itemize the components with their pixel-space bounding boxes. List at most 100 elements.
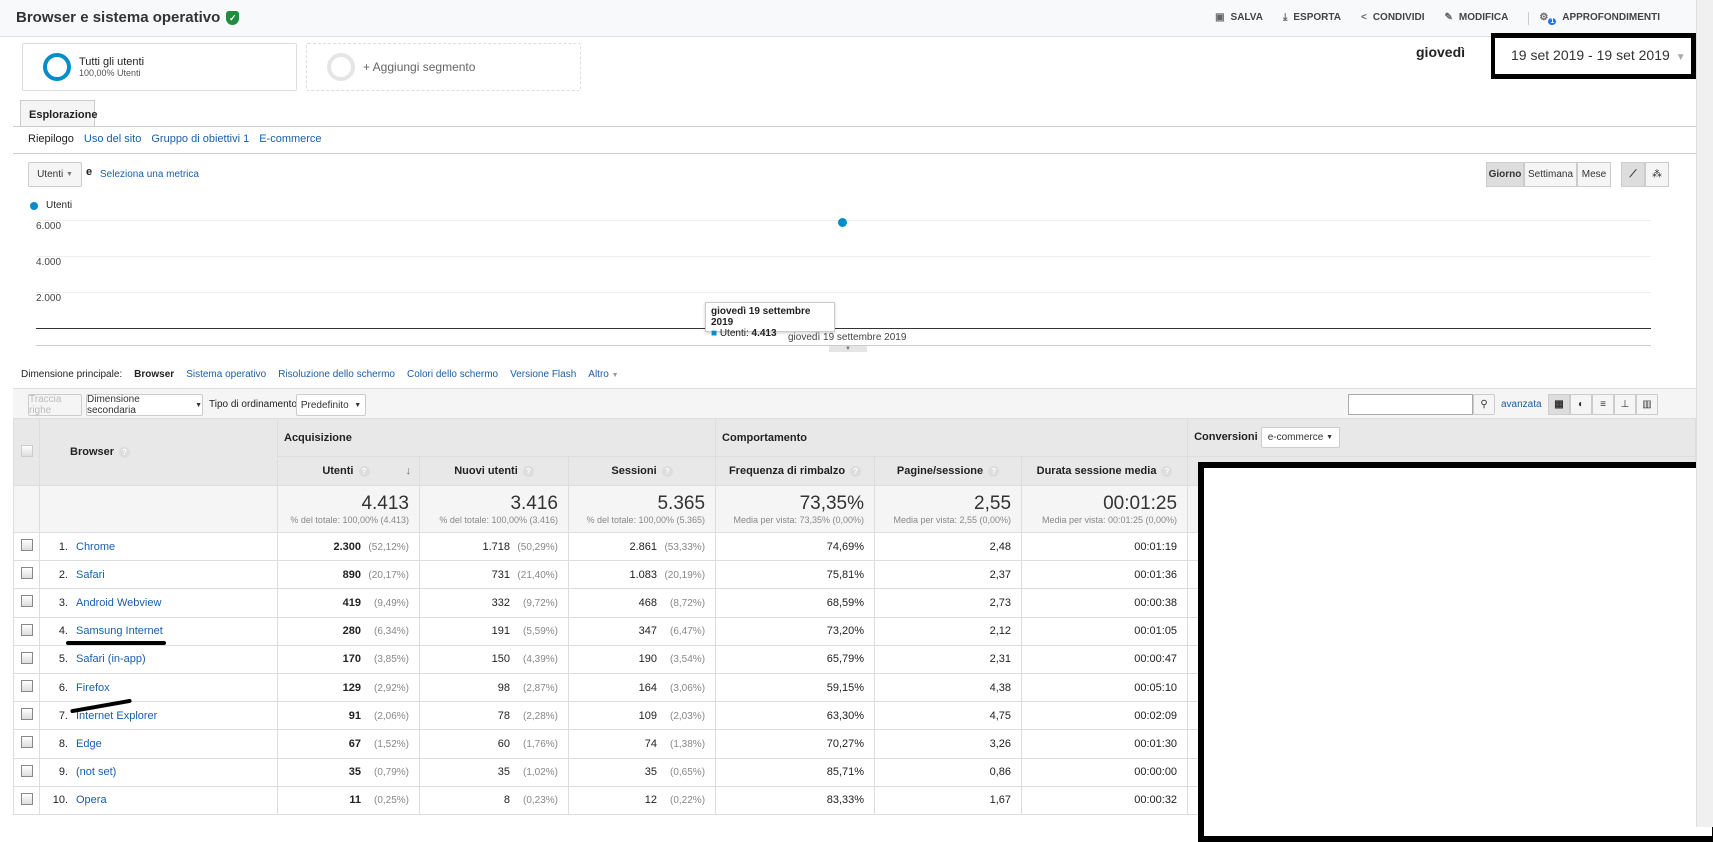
new-users-pct: (50,29%) — [517, 541, 558, 553]
motion-chart-icon[interactable]: ⁂ — [1645, 162, 1669, 187]
scrollbar[interactable] — [1696, 0, 1713, 827]
browser-link[interactable]: Safari (in-app) — [76, 653, 146, 665]
secondary-dimension-select[interactable]: Dimensione secondaria ▼ — [86, 394, 203, 416]
sort-select[interactable]: Predefinito ▼ — [296, 394, 366, 416]
sessions-value: 190 — [638, 653, 658, 666]
users-value: 91 — [348, 709, 361, 722]
browser-link[interactable]: (not set) — [76, 766, 116, 778]
subnav-goals[interactable]: Gruppo di obiettivi 1 — [151, 133, 249, 145]
col-new-users[interactable]: Nuovi utenti? — [419, 456, 569, 486]
data-point[interactable] — [838, 218, 847, 228]
row-checkbox[interactable] — [20, 567, 33, 580]
table-view-icon[interactable]: ▦ — [1548, 394, 1570, 415]
help-icon[interactable]: ? — [988, 466, 1000, 477]
edit-button[interactable]: ✎ MODIFICA — [1445, 12, 1509, 25]
insights-button[interactable]: ⚙ 1 APPROFONDIMENTI — [1528, 12, 1660, 25]
bounce-rate-cell: 70,27% — [715, 729, 876, 759]
row-checkbox[interactable] — [20, 764, 33, 777]
sessions-cell: 1.083 (20,19%) — [567, 560, 717, 590]
col-bounce-rate[interactable]: Frequenza di rimbalzo? — [715, 456, 876, 486]
pivot-view-icon[interactable]: ▥ — [1636, 394, 1658, 415]
redaction-box — [1198, 462, 1713, 842]
pencil-icon: ✎ — [1444, 12, 1453, 23]
segment-all-users[interactable]: Tutti gli utenti 100,00% Utenti — [22, 43, 297, 91]
col-users[interactable]: Utenti? ↓ — [277, 456, 420, 486]
subnav-site-usage[interactable]: Uso del sito — [84, 133, 141, 145]
row-checkbox[interactable] — [20, 539, 33, 552]
col-browser[interactable]: Browser? — [39, 418, 278, 486]
period-day[interactable]: Giorno — [1486, 162, 1524, 187]
conversions-select[interactable]: e-commerce ▼ — [1260, 427, 1340, 448]
dimension-resolution[interactable]: Risoluzione dello schermo — [278, 369, 395, 380]
add-segment-button[interactable]: + Aggiungi segmento — [306, 43, 581, 91]
dimension-colors[interactable]: Colori dello schermo — [407, 369, 498, 380]
tab-explorer[interactable]: Esplorazione — [20, 100, 97, 127]
col-label: Durata sessione media — [1036, 465, 1157, 477]
period-month[interactable]: Mese — [1577, 162, 1611, 187]
pie-view-icon[interactable]: ◐ — [1570, 394, 1592, 415]
total-value: 3.416 — [510, 493, 558, 514]
browser-link[interactable]: Samsung Internet — [76, 625, 163, 637]
dimension-os[interactable]: Sistema operativo — [186, 369, 266, 380]
period-week[interactable]: Settimana — [1524, 162, 1577, 187]
performance-view-icon[interactable]: ≡ — [1592, 394, 1614, 415]
browser-link[interactable]: Safari — [76, 569, 105, 581]
help-icon[interactable]: ? — [522, 466, 534, 477]
browser-link[interactable]: Firefox — [76, 682, 110, 694]
row-checkbox[interactable] — [20, 736, 33, 749]
row-checkbox[interactable] — [20, 792, 33, 805]
subnav-summary[interactable]: Riepilogo — [28, 133, 74, 145]
browser-link[interactable]: Internet Explorer — [76, 710, 157, 722]
col-avg-duration[interactable]: Durata sessione media? — [1021, 456, 1189, 486]
avg-duration-cell: 00:00:38 — [1021, 588, 1189, 618]
browser-link[interactable]: Opera — [76, 794, 107, 806]
subnav-ecommerce[interactable]: E-commerce — [259, 133, 321, 145]
browser-link[interactable]: Chrome — [76, 541, 115, 553]
dimension-flash[interactable]: Versione Flash — [510, 369, 576, 380]
col-pages-session[interactable]: Pagine/sessione? — [874, 456, 1023, 486]
help-icon[interactable]: ? — [661, 466, 673, 477]
comparison-view-icon[interactable]: ⊥ — [1614, 394, 1636, 415]
line-chart-icon[interactable]: ⟋ — [1621, 162, 1645, 187]
browser-cell: 1. Chrome — [39, 531, 278, 562]
search-icon[interactable]: ⚲ — [1473, 394, 1495, 415]
users-cell: 35 (0,79%) — [277, 757, 420, 787]
avg-duration-cell: 00:01:19 — [1021, 531, 1189, 562]
help-icon[interactable]: ? — [1161, 466, 1173, 477]
dimension-current: Browser — [134, 369, 175, 380]
share-button[interactable]: < CONDIVIDI — [1361, 12, 1425, 25]
col-label: Sessioni — [611, 465, 657, 477]
row-checkbox[interactable] — [20, 651, 33, 664]
date-range-picker[interactable]: 19 set 2019 - 19 set 2019 ▼ — [1491, 33, 1696, 79]
export-button[interactable]: ⤓ ESPORTA — [1283, 12, 1341, 25]
advanced-filter-link[interactable]: avanzata — [1501, 399, 1542, 410]
help-icon[interactable]: ? — [850, 466, 862, 477]
dimension-more[interactable]: Altro ▼ — [588, 369, 618, 380]
col-sessions[interactable]: Sessioni? — [567, 456, 717, 486]
total-cell: 5.365% del totale: 100,00% (5.365) — [567, 485, 717, 533]
browser-cell: 7. Internet Explorer — [39, 701, 278, 731]
total-sub: Media per vista: 73,35% (0,00%) — [733, 515, 865, 525]
save-button[interactable]: ▣ SALVA — [1215, 12, 1263, 25]
metric-select[interactable]: Utenti ▼ — [28, 162, 82, 187]
chart-collapse-handle[interactable]: ▼ — [829, 346, 867, 352]
new-users-pct: (5,59%) — [522, 626, 558, 638]
row-checkbox[interactable] — [20, 708, 33, 721]
select-metric-link[interactable]: Seleziona una metrica — [100, 169, 199, 180]
sort-desc-icon: ↓ — [405, 465, 412, 477]
col-label: Browser — [70, 446, 115, 458]
help-icon[interactable]: ? — [358, 466, 370, 477]
row-checkbox-cell — [13, 560, 40, 590]
browser-link[interactable]: Edge — [76, 738, 102, 750]
users-cell: 280 (6,34%) — [277, 616, 420, 646]
browser-link[interactable]: Android Webview — [76, 597, 161, 609]
row-checkbox[interactable] — [20, 595, 33, 608]
select-all-checkbox[interactable] — [20, 444, 33, 457]
help-icon[interactable]: ? — [119, 447, 131, 458]
sessions-value: 109 — [638, 709, 658, 722]
row-checkbox[interactable] — [20, 623, 33, 636]
row-checkbox[interactable] — [20, 680, 33, 693]
plot-rows-button[interactable]: Traccia righe — [28, 394, 82, 416]
bounce-rate-cell: 65,79% — [715, 644, 876, 674]
table-search-input[interactable] — [1348, 394, 1473, 415]
